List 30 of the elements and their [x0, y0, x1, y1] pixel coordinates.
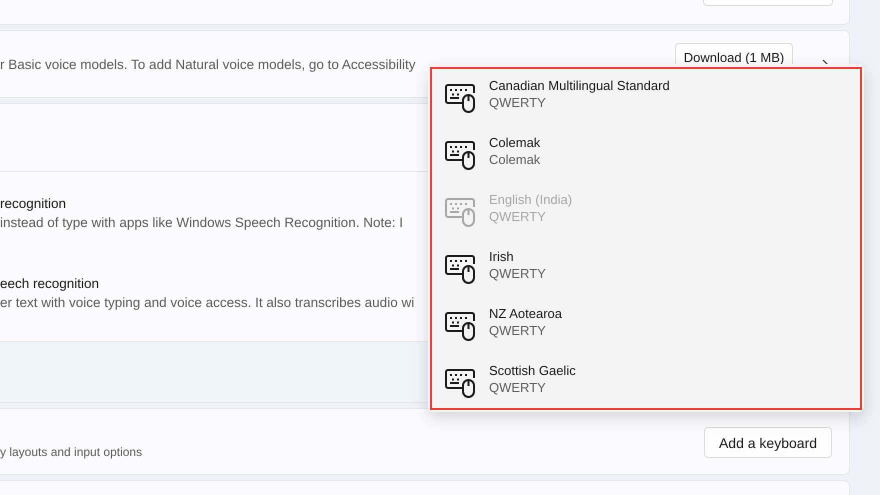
layout-type: QWERTY: [489, 266, 546, 281]
layout-type: QWERTY: [489, 95, 547, 110]
setting-description: instead of type with apps like Windows Speech Recognition. Note: I: [0, 215, 403, 230]
keyboard-mouse-icon: [444, 81, 478, 115]
keyboard-mouse-icon: [444, 195, 478, 229]
layout-name: Colemak: [489, 135, 540, 150]
keyboard-description: y layouts and input options: [0, 445, 142, 459]
layout-menu-item[interactable]: Scottish Gaelic QWERTY: [432, 363, 860, 408]
layout-menu-item[interactable]: Irish QWERTY: [432, 249, 860, 306]
voice-description: r Basic voice models. To add Natural voice models, go to Accessibility: [0, 57, 416, 72]
layout-type: QWERTY: [489, 380, 547, 395]
layout-menu-item[interactable]: Colemak Colemak: [432, 135, 860, 192]
setting-description: er text with voice typing and voice access. It also transcribes audio wi: [0, 295, 414, 310]
keyboard-mouse-icon: [444, 138, 478, 172]
layout-name: Scottish Gaelic: [489, 363, 576, 378]
keyboard-mouse-icon: [444, 366, 478, 400]
layout-name: NZ Aotearoa: [489, 306, 562, 321]
keyboard-mouse-icon: [444, 309, 478, 343]
setting-title: recognition: [0, 196, 66, 211]
keyboard-mouse-icon: [444, 252, 478, 286]
add-keyboard-button[interactable]: Add a keyboard: [704, 427, 832, 458]
layout-name: Irish: [489, 249, 515, 264]
layout-type: QWERTY: [489, 323, 547, 338]
layout-name: English (India): [489, 192, 572, 207]
layout-type: Colemak: [489, 152, 540, 167]
layout-menu-item[interactable]: Canadian Multilingual Standard QWERTY: [432, 78, 860, 135]
setting-title: eech recognition: [0, 276, 100, 291]
layout-name: Canadian Multilingual Standard: [489, 78, 670, 93]
layout-type: QWERTY: [489, 209, 547, 224]
layout-menu-item[interactable]: NZ Aotearoa QWERTY: [432, 306, 860, 363]
